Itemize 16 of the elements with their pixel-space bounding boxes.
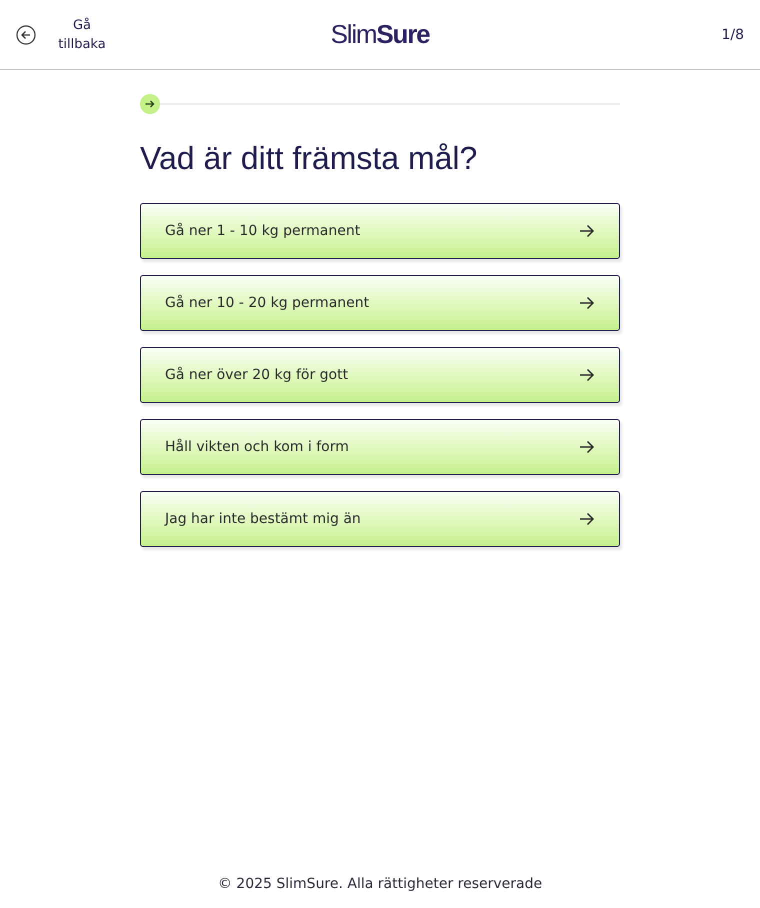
arrow-icon — [579, 368, 595, 382]
option-button[interactable]: Jag har inte bestämt mig än — [140, 491, 620, 547]
arrow-icon — [579, 296, 595, 310]
arrow-icon — [579, 512, 595, 526]
step-counter: 1/8 — [720, 26, 744, 42]
question-heading: Vad är ditt främsta mål? — [140, 140, 478, 177]
option-button[interactable]: Gå ner 1 - 10 kg permanent — [140, 203, 620, 259]
option-button[interactable]: Håll vikten och kom i form — [140, 419, 620, 475]
back-link[interactable]: Gå tillbaka — [52, 16, 112, 54]
logo: SlimSure — [330, 19, 430, 50]
arrow-icon — [579, 224, 595, 238]
option-button[interactable]: Gå ner över 20 kg för gott — [140, 347, 620, 403]
back-icon[interactable] — [16, 24, 36, 44]
copyright-text: © 2025 SlimSure. Alla rättigheter reserverade — [216, 876, 544, 894]
arrow-icon — [579, 440, 595, 454]
option-button[interactable]: Gå ner 10 - 20 kg permanent — [140, 275, 620, 331]
